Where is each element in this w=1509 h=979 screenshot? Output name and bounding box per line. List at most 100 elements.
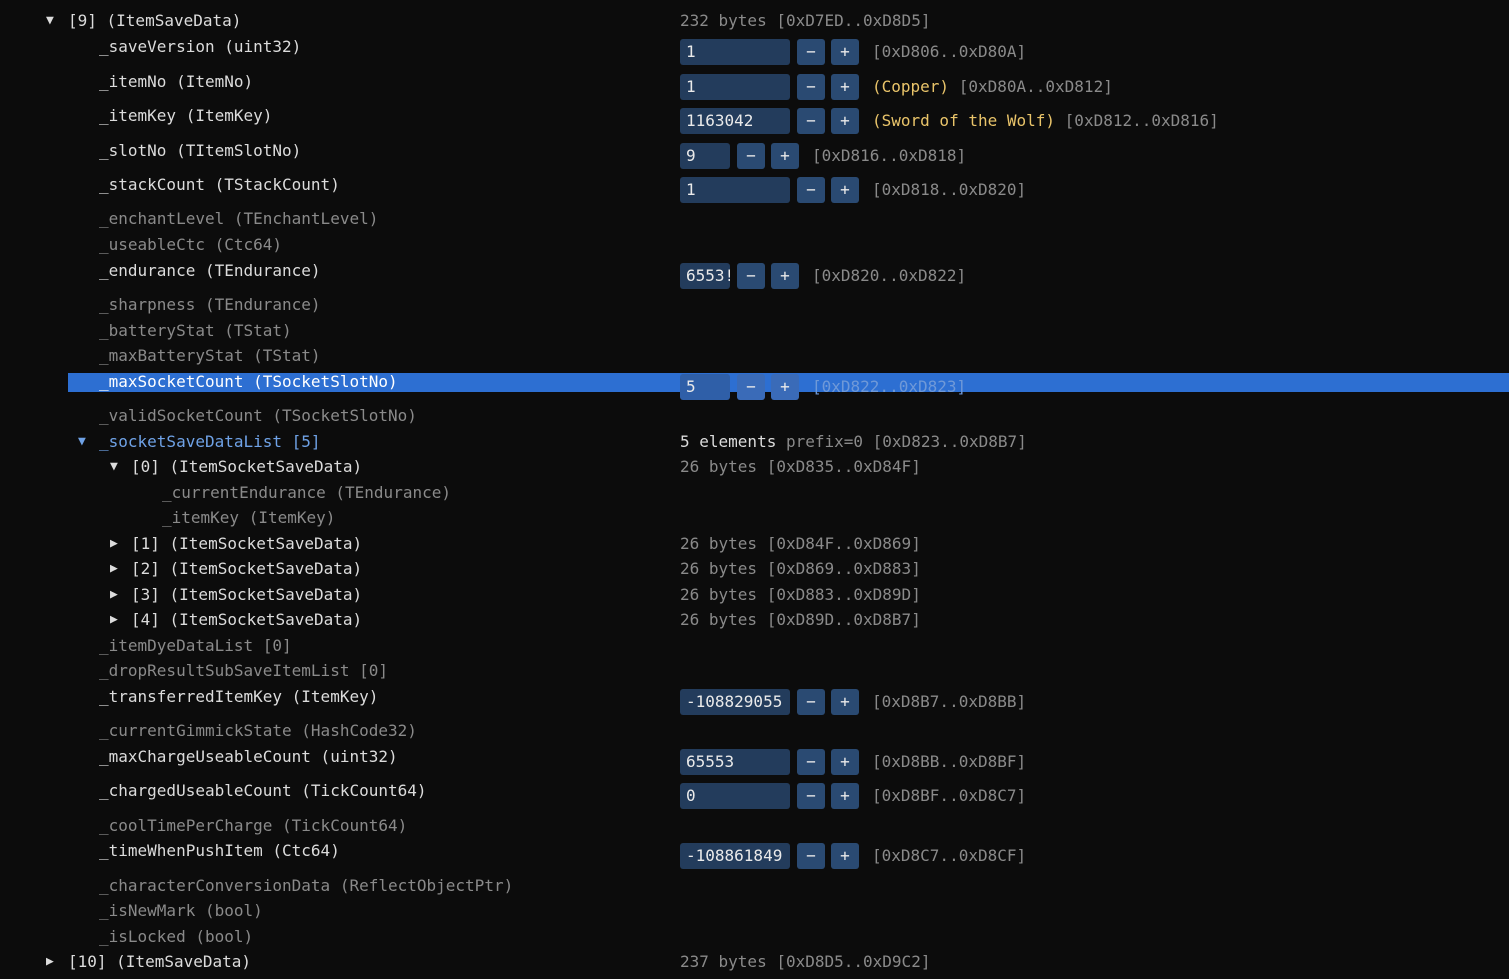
field-label: _isNewMark (bool) — [99, 901, 263, 920]
field-charged-useable-count: _chargedUseableCount (TickCount64) 0 − +… — [0, 780, 1509, 809]
node-size-info: 237 bytes [0xD8D5..0xD9C2] — [680, 952, 931, 971]
element-count: 5 elements — [680, 432, 777, 451]
tree-node-label[interactable]: [4] (ItemSocketSaveData) — [131, 609, 362, 633]
node-size-info: 26 bytes [0xD869..0xD883] — [680, 559, 921, 578]
decrement-button[interactable]: − — [797, 177, 825, 203]
field-label: _transferredItemKey (ItemKey) — [99, 687, 379, 706]
field-label: _isLocked (bool) — [99, 927, 254, 946]
value-input[interactable]: 9 — [680, 143, 730, 169]
field-is-locked: _isLocked (bool) — [0, 926, 1509, 950]
decrement-button[interactable]: − — [797, 39, 825, 65]
field-item-dye-data-list: _itemDyeDataList [0] — [0, 635, 1509, 659]
value-input[interactable]: 1163042 — [680, 108, 790, 134]
field-stack-count: _stackCount (TStackCount) 1 − + [0xD818.… — [0, 174, 1509, 203]
tree-node-item-10[interactable]: ▶ [10] (ItemSaveData) 237 bytes [0xD8D5.… — [0, 951, 1509, 975]
value-input[interactable]: -108861849 — [680, 843, 790, 869]
field-label: _useableCtc (Ctc64) — [99, 235, 283, 254]
increment-button[interactable]: + — [771, 374, 799, 400]
value-input[interactable]: 1 — [680, 39, 790, 65]
field-character-conversion-data: _characterConversionData (ReflectObjectP… — [0, 875, 1509, 899]
decrement-button[interactable]: − — [797, 843, 825, 869]
collapsed-arrow-icon[interactable]: ▶ — [110, 609, 118, 633]
field-label: _enchantLevel (TEnchantLevel) — [99, 209, 379, 228]
decrement-button[interactable]: − — [797, 689, 825, 715]
tree-node-socket-1[interactable]: ▶ [1] (ItemSocketSaveData) 26 bytes [0xD… — [0, 533, 1509, 557]
byte-range: [0xD820..0xD822] — [812, 266, 967, 285]
value-annotation: (Sword of the Wolf) [0xD812..0xD816] — [872, 108, 1219, 134]
value-input[interactable]: 5 — [680, 374, 730, 400]
collapsed-arrow-icon[interactable]: ▶ — [46, 951, 54, 975]
node-size-info: 26 bytes [0xD89D..0xD8B7] — [680, 610, 921, 629]
field-battery-stat: _batteryStat (TStat) — [0, 320, 1509, 344]
tree-node-label[interactable]: [1] (ItemSocketSaveData) — [131, 533, 362, 557]
value-input[interactable]: 1 — [680, 74, 790, 100]
list-info: 5 elements prefix=0 [0xD823..0xD8B7] — [680, 431, 1027, 455]
field-label: _itemDyeDataList [0] — [99, 636, 292, 655]
increment-button[interactable]: + — [831, 843, 859, 869]
tree-node-socket-save-data-list[interactable]: ▼ _socketSaveDataList [5] 5 elements pre… — [0, 431, 1509, 455]
byte-range: [0xD8BB..0xD8BF] — [872, 752, 1027, 771]
collapsed-arrow-icon[interactable]: ▶ — [110, 533, 118, 557]
field-enchant-level: _enchantLevel (TEnchantLevel) — [0, 208, 1509, 232]
increment-button[interactable]: + — [831, 39, 859, 65]
field-label: _sharpness (TEndurance) — [99, 295, 321, 314]
field-label: _itemKey (ItemKey) — [99, 106, 273, 125]
field-label: _itemKey (ItemKey) — [162, 508, 336, 527]
value-input[interactable]: 0 — [680, 783, 790, 809]
byte-range: [0xD818..0xD820] — [872, 180, 1027, 199]
decrement-button[interactable]: − — [737, 374, 765, 400]
decrement-button[interactable]: − — [737, 263, 765, 289]
tree-node-socket-2[interactable]: ▶ [2] (ItemSocketSaveData) 26 bytes [0xD… — [0, 558, 1509, 582]
field-label: _currentEndurance (TEndurance) — [162, 483, 451, 502]
increment-button[interactable]: + — [831, 749, 859, 775]
collapsed-arrow-icon[interactable]: ▶ — [110, 584, 118, 608]
node-size-info: 232 bytes [0xD7ED..0xD8D5] — [680, 11, 931, 30]
node-size-info: 26 bytes [0xD883..0xD89D] — [680, 585, 921, 604]
value-input[interactable]: 6553! — [680, 263, 730, 289]
value-input[interactable]: 1 — [680, 177, 790, 203]
field-label: _batteryStat (TStat) — [99, 321, 292, 340]
decrement-button[interactable]: − — [737, 143, 765, 169]
field-endurance: _endurance (TEndurance) 6553! − + [0xD82… — [0, 260, 1509, 289]
field-time-when-push-item: _timeWhenPushItem (Ctc64) -108861849 − +… — [0, 840, 1509, 869]
field-socket-item-key: _itemKey (ItemKey) — [0, 507, 1509, 531]
decrement-button[interactable]: − — [797, 108, 825, 134]
expanded-arrow-icon[interactable]: ▼ — [110, 456, 118, 480]
value-input[interactable]: 65553 — [680, 749, 790, 775]
increment-button[interactable]: + — [831, 783, 859, 809]
field-label: _timeWhenPushItem (Ctc64) — [99, 841, 340, 860]
tree-node-label[interactable]: [3] (ItemSocketSaveData) — [131, 584, 362, 608]
tree-node-socket-3[interactable]: ▶ [3] (ItemSocketSaveData) 26 bytes [0xD… — [0, 584, 1509, 608]
field-max-socket-count[interactable]: _maxSocketCount (TSocketSlotNo) 5 − + [0… — [0, 371, 1509, 400]
value-annotation: (Copper) [0xD80A..0xD812] — [872, 74, 1113, 100]
expanded-arrow-icon[interactable]: ▼ — [78, 431, 86, 455]
tree-node-label[interactable]: _socketSaveDataList [5] — [99, 431, 321, 455]
tree-node-label[interactable]: [9] (ItemSaveData) — [68, 10, 241, 34]
increment-button[interactable]: + — [831, 108, 859, 134]
field-current-endurance: _currentEndurance (TEndurance) — [0, 482, 1509, 506]
field-label: _coolTimePerCharge (TickCount64) — [99, 816, 408, 835]
tree-node-socket-0[interactable]: ▼ [0] (ItemSocketSaveData) 26 bytes [0xD… — [0, 456, 1509, 480]
decrement-button[interactable]: − — [797, 749, 825, 775]
decrement-button[interactable]: − — [797, 783, 825, 809]
collapsed-arrow-icon[interactable]: ▶ — [110, 558, 118, 582]
value-input[interactable]: -108829055 — [680, 689, 790, 715]
byte-range: [0xD8C7..0xD8CF] — [872, 846, 1027, 865]
tree-node-socket-4[interactable]: ▶ [4] (ItemSocketSaveData) 26 bytes [0xD… — [0, 609, 1509, 633]
field-label: _dropResultSubSaveItemList [0] — [99, 661, 388, 680]
increment-button[interactable]: + — [771, 263, 799, 289]
expanded-arrow-icon[interactable]: ▼ — [46, 10, 54, 34]
field-label: _maxChargeUseableCount (uint32) — [99, 747, 398, 766]
tree-node-label[interactable]: [2] (ItemSocketSaveData) — [131, 558, 362, 582]
tree-node-item-9[interactable]: ▼ [9] (ItemSaveData) 232 bytes [0xD7ED..… — [0, 10, 1509, 34]
field-cool-time-per-charge: _coolTimePerCharge (TickCount64) — [0, 815, 1509, 839]
increment-button[interactable]: + — [831, 74, 859, 100]
decrement-button[interactable]: − — [797, 74, 825, 100]
tree-node-label[interactable]: [0] (ItemSocketSaveData) — [131, 456, 362, 480]
increment-button[interactable]: + — [831, 689, 859, 715]
field-item-no: _itemNo (ItemNo) 1 − + (Copper) [0xD80A.… — [0, 71, 1509, 100]
increment-button[interactable]: + — [831, 177, 859, 203]
tree-node-label[interactable]: [10] (ItemSaveData) — [68, 951, 251, 975]
increment-button[interactable]: + — [771, 143, 799, 169]
field-label[interactable]: _maxSocketCount (TSocketSlotNo) — [99, 371, 398, 395]
